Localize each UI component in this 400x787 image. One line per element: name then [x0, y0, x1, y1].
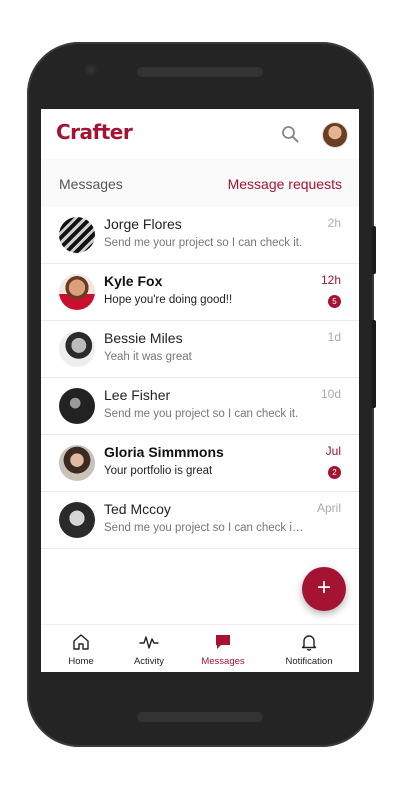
message-time: 10d	[320, 387, 341, 401]
message-time: Jul	[325, 444, 341, 458]
contact-avatar	[59, 502, 95, 538]
message-preview: Send me you project so I can check it...	[104, 522, 304, 534]
message-preview: Send me you project so I can check it.	[104, 408, 299, 420]
bell-icon	[301, 635, 317, 651]
contact-avatar	[59, 445, 95, 481]
contact-name: Ted Mccoy	[104, 501, 171, 517]
message-time: 12h	[320, 273, 341, 287]
nav-activity-label: Activity	[133, 656, 165, 667]
app-logo: Crafter	[56, 120, 133, 144]
contact-avatar	[59, 331, 95, 367]
nav-notification-label: Notification	[285, 656, 333, 667]
nav-home[interactable]: Home	[46, 625, 116, 672]
message-preview: Send me your project so I can check it.	[104, 237, 303, 249]
nav-activity[interactable]: Activity	[114, 625, 184, 672]
contact-name: Jorge Flores	[104, 216, 182, 232]
messages-subheader: Messages Message requests	[41, 159, 359, 207]
contact-name: Bessie Miles	[104, 330, 183, 346]
unread-count-badge: 5	[328, 295, 341, 308]
conversation-row[interactable]: Kyle Fox Hope you're doing good!! 12h 5	[41, 264, 359, 321]
app-screen: Crafter Messages Message requests Jorge …	[41, 109, 359, 672]
bottom-navigation: Home Activity Messages Notification	[41, 624, 359, 672]
unread-count-badge: 2	[328, 466, 341, 479]
contact-name: Gloria Simmmons	[104, 444, 224, 460]
bottom-speaker	[137, 712, 263, 722]
nav-messages-label: Messages	[201, 656, 245, 667]
nav-home-label: Home	[68, 656, 94, 667]
contact-name: Lee Fisher	[104, 387, 171, 403]
message-time: 1d	[327, 330, 341, 344]
home-icon	[73, 634, 89, 650]
earpiece-speaker	[137, 67, 263, 77]
new-message-button[interactable]: +	[302, 567, 346, 611]
contact-avatar	[59, 217, 95, 253]
conversation-row[interactable]: Lee Fisher Send me you project so I can …	[41, 378, 359, 435]
conversation-row[interactable]: Gloria Simmmons Your portfolio is great …	[41, 435, 359, 492]
message-preview: Your portfolio is great	[104, 465, 213, 477]
power-button	[372, 320, 376, 408]
activity-icon	[139, 636, 159, 649]
plus-icon: +	[316, 574, 331, 601]
nav-messages[interactable]: Messages	[188, 625, 258, 672]
nav-notification[interactable]: Notification	[274, 625, 344, 672]
volume-button	[372, 226, 376, 274]
user-avatar[interactable]	[322, 122, 348, 148]
app-header: Crafter	[41, 109, 359, 159]
contact-avatar	[59, 274, 95, 310]
conversation-row[interactable]: Ted Mccoy Send me you project so I can c…	[41, 492, 359, 549]
contact-name: Kyle Fox	[104, 273, 163, 289]
search-icon[interactable]	[281, 125, 299, 143]
conversation-row[interactable]: Jorge Flores Send me your project so I c…	[41, 207, 359, 264]
contact-avatar	[59, 388, 95, 424]
message-preview: Hope you're doing good!!	[104, 294, 233, 306]
conversation-list: Jorge Flores Send me your project so I c…	[41, 207, 359, 549]
front-camera	[85, 64, 97, 76]
message-requests-link[interactable]: Message requests	[228, 176, 342, 192]
message-icon	[216, 635, 230, 649]
message-time: 2h	[327, 216, 341, 230]
message-preview: Yeah it was great	[104, 351, 192, 363]
conversation-row[interactable]: Bessie Miles Yeah it was great 1d	[41, 321, 359, 378]
message-time: April	[316, 501, 341, 515]
messages-title: Messages	[59, 176, 123, 192]
